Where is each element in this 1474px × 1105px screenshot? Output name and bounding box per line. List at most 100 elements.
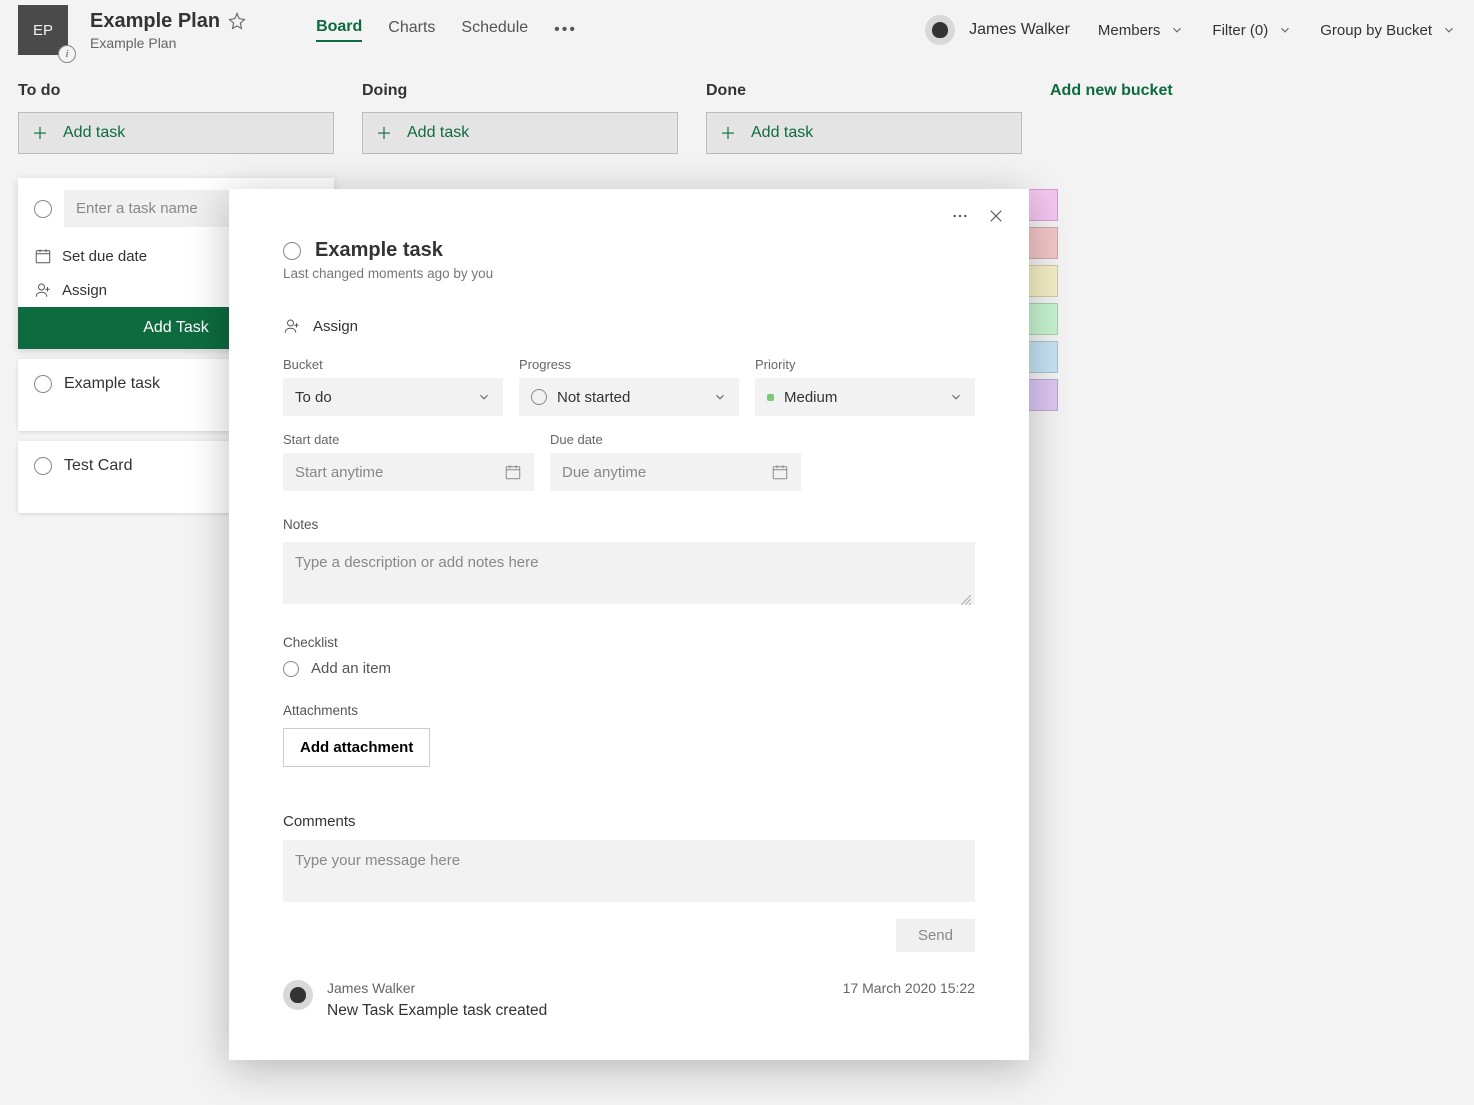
chevron-down-icon <box>1278 23 1292 37</box>
add-task-button[interactable]: Add task <box>706 112 1022 154</box>
field-label: Progress <box>519 357 739 372</box>
calendar-icon[interactable] <box>504 463 522 481</box>
task-detail-modal: Example task Last changed moments ago by… <box>229 189 1029 1060</box>
start-date-input[interactable] <box>295 464 494 481</box>
task-title: Test Card <box>64 457 132 475</box>
add-task-button[interactable]: Add task <box>18 112 334 154</box>
comment-item: James Walker 17 March 2020 15:22 New Tas… <box>283 980 975 1020</box>
task-detail-title[interactable]: Example task <box>315 239 443 262</box>
plan-badge[interactable]: EP i <box>18 5 68 55</box>
person-add-icon <box>283 317 301 335</box>
checklist-label: Checklist <box>283 635 975 650</box>
bucket-select[interactable]: To do <box>283 378 503 416</box>
header-right: James Walker Members Filter (0) Group by… <box>925 15 1456 45</box>
current-user[interactable]: James Walker <box>925 15 1070 45</box>
label-swatch[interactable] <box>1028 265 1058 297</box>
view-tabs: Board Charts Schedule ••• <box>316 0 577 60</box>
members-label: Members <box>1098 22 1161 39</box>
plus-icon <box>375 124 393 142</box>
priority-select[interactable]: Medium <box>755 378 975 416</box>
calendar-icon <box>34 247 52 265</box>
field-label: Due date <box>550 432 801 447</box>
comment-textarea[interactable] <box>283 840 975 902</box>
star-icon[interactable] <box>228 12 246 30</box>
tab-schedule[interactable]: Schedule <box>461 19 528 41</box>
select-value: To do <box>295 389 332 406</box>
add-task-label: Add task <box>63 124 125 142</box>
comment-time: 17 March 2020 15:22 <box>843 980 975 996</box>
comments-label: Comments <box>283 813 975 830</box>
select-value: Medium <box>784 389 837 406</box>
avatar <box>283 980 313 1010</box>
filter-button[interactable]: Filter (0) <box>1212 22 1292 39</box>
field-label: Start date <box>283 432 534 447</box>
chevron-down-icon <box>477 390 491 404</box>
more-icon[interactable] <box>951 207 969 225</box>
due-date-input-wrap <box>550 453 801 491</box>
field-label: Priority <box>755 357 975 372</box>
checklist-add-item[interactable]: Add an item <box>283 660 975 677</box>
avatar <box>925 15 955 45</box>
bucket-title[interactable]: Done <box>706 82 1022 100</box>
assign-button[interactable]: Assign <box>283 317 975 335</box>
bucket-title[interactable]: Doing <box>362 82 678 100</box>
filter-label: Filter (0) <box>1212 22 1268 39</box>
label-swatch[interactable] <box>1028 227 1058 259</box>
group-label: Group by Bucket <box>1320 22 1432 39</box>
plan-initials: EP <box>33 22 53 39</box>
label-swatch[interactable] <box>1028 379 1058 411</box>
due-date-field: Due date <box>550 432 801 491</box>
close-icon[interactable] <box>987 207 1005 225</box>
user-name: James Walker <box>969 21 1070 39</box>
members-button[interactable]: Members <box>1098 22 1185 39</box>
attachments-label: Attachments <box>283 703 975 718</box>
checklist-add-label: Add an item <box>311 660 391 677</box>
chevron-down-icon <box>713 390 727 404</box>
app-header: EP i Example Plan Example Plan Board Cha… <box>0 0 1474 60</box>
plus-icon <box>719 124 737 142</box>
add-task-button[interactable]: Add task <box>362 112 678 154</box>
circle-icon[interactable] <box>34 375 52 393</box>
circle-icon <box>283 661 299 677</box>
notes-textarea[interactable] <box>283 542 975 604</box>
tab-board[interactable]: Board <box>316 18 362 42</box>
circle-icon[interactable] <box>283 242 301 260</box>
comment-body: New Task Example task created <box>327 1002 975 1020</box>
plus-icon <box>31 124 49 142</box>
task-detail-subtitle: Last changed moments ago by you <box>283 266 975 281</box>
progress-select[interactable]: Not started <box>519 378 739 416</box>
label-swatch[interactable] <box>1028 341 1058 373</box>
add-attachment-button[interactable]: Add attachment <box>283 728 430 767</box>
priority-field: Priority Medium <box>755 357 975 416</box>
resize-handle-icon[interactable] <box>961 595 971 605</box>
priority-dot-icon <box>767 394 774 401</box>
field-label: Bucket <box>283 357 503 372</box>
chevron-down-icon <box>1442 23 1456 37</box>
circle-icon <box>34 200 52 218</box>
plan-title-block: Example Plan Example Plan <box>90 10 246 51</box>
start-date-field: Start date <box>283 432 534 491</box>
add-bucket-button[interactable]: Add new bucket <box>1050 82 1173 513</box>
start-date-input-wrap <box>283 453 534 491</box>
due-date-input[interactable] <box>562 464 761 481</box>
bucket-field: Bucket To do <box>283 357 503 416</box>
bucket-title[interactable]: To do <box>18 82 334 100</box>
circle-icon[interactable] <box>34 457 52 475</box>
chevron-down-icon <box>1170 23 1184 37</box>
task-title: Example task <box>64 375 160 393</box>
send-button[interactable]: Send <box>896 919 975 952</box>
group-button[interactable]: Group by Bucket <box>1320 22 1456 39</box>
circle-icon <box>531 389 547 405</box>
assign-label: Assign <box>62 282 107 299</box>
person-add-icon <box>34 281 52 299</box>
calendar-icon[interactable] <box>771 463 789 481</box>
info-icon[interactable]: i <box>58 45 76 63</box>
notes-label: Notes <box>283 517 975 532</box>
label-swatch[interactable] <box>1028 189 1058 221</box>
plan-title-text: Example Plan <box>90 10 220 33</box>
label-swatches <box>1028 189 1058 411</box>
tab-more-icon[interactable]: ••• <box>554 21 577 39</box>
label-swatch[interactable] <box>1028 303 1058 335</box>
tab-charts[interactable]: Charts <box>388 19 435 41</box>
set-due-date-label: Set due date <box>62 248 147 265</box>
